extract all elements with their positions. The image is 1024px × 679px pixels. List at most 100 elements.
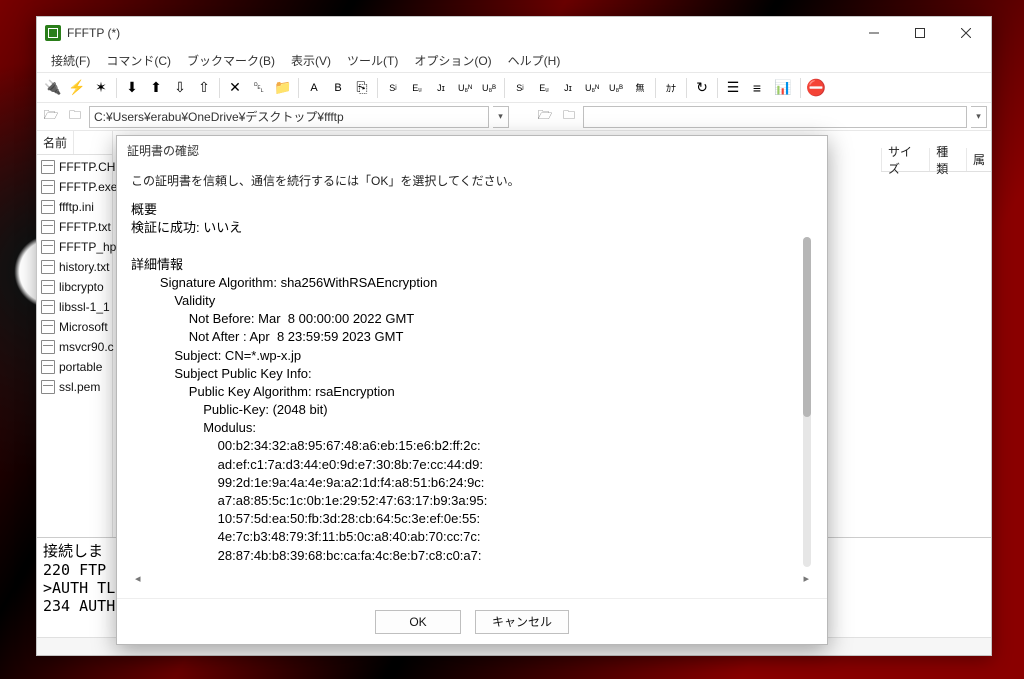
file-name: history.txt [59, 260, 109, 274]
file-name: ffftp.ini [59, 200, 94, 214]
delete-icon[interactable]: ✕ [223, 76, 247, 100]
file-icon [41, 240, 55, 254]
file-icon [41, 200, 55, 214]
kana-icon[interactable]: ｶﾅ [659, 76, 683, 100]
minimize-button[interactable] [851, 18, 897, 48]
local-header: 名前 [37, 131, 112, 155]
file-row[interactable]: msvcr90.c [37, 337, 112, 357]
file-name: portable [59, 360, 102, 374]
dialog-title: 証明書の確認 [117, 136, 827, 164]
file-icon [41, 180, 55, 194]
col-type[interactable]: 種類 [929, 148, 966, 171]
file-row[interactable]: libssl-1_1 [37, 297, 112, 317]
vertical-scrollbar[interactable] [803, 237, 811, 567]
file-row[interactable]: Microsoft [37, 317, 112, 337]
euc-host-icon[interactable]: Eᵤ [532, 76, 556, 100]
local-path-dropdown[interactable]: ▾ [493, 106, 509, 128]
jis-host-icon[interactable]: Jɪ [556, 76, 580, 100]
file-icon [41, 280, 55, 294]
scroll-right-icon[interactable]: ▸ [803, 572, 809, 585]
lightning-icon[interactable]: ⚡ [65, 76, 89, 100]
detail-view-icon[interactable]: ≡ [745, 76, 769, 100]
file-name: libcrypto [59, 280, 104, 294]
file-name: ssl.pem [59, 380, 100, 394]
mirror-download-icon[interactable]: ⇩ [168, 76, 192, 100]
certificate-dialog: 証明書の確認 この証明書を信頼し、通信を続行するには「OK」を選択してください。… [116, 135, 828, 645]
file-icon [41, 220, 55, 234]
calc-icon[interactable]: 📊 [769, 76, 797, 100]
binary-icon[interactable]: B [326, 76, 350, 100]
host-updir-icon[interactable]: 🗁 [535, 108, 555, 126]
file-icon [41, 320, 55, 334]
file-row[interactable]: portable [37, 357, 112, 377]
menu-view[interactable]: 表示(V) [283, 50, 339, 71]
utf8-local-icon[interactable]: U₈ᴺ [453, 76, 477, 100]
auto-icon[interactable]: ⎘ [350, 76, 374, 100]
disconnect-icon[interactable]: ✶ [89, 76, 113, 100]
newfolder-icon[interactable]: 📁 [271, 76, 295, 100]
plug-icon[interactable]: 🔌 [41, 76, 65, 100]
download-icon[interactable]: ⬇ [120, 76, 144, 100]
menu-option[interactable]: オプション(O) [406, 50, 499, 71]
ok-button[interactable]: OK [375, 610, 461, 634]
file-row[interactable]: libcrypto [37, 277, 112, 297]
menu-command[interactable]: コマンド(C) [98, 50, 179, 71]
menu-help[interactable]: ヘルプ(H) [500, 50, 569, 71]
file-name: FFFTP_hp [59, 240, 116, 254]
file-row[interactable]: ssl.pem [37, 377, 112, 397]
upload-icon[interactable]: ⬆ [144, 76, 168, 100]
file-name: Microsoft [59, 320, 108, 334]
col-name[interactable]: 名前 [37, 131, 74, 154]
dialog-buttons: OK キャンセル [117, 598, 827, 644]
menu-tool[interactable]: ツール(T) [339, 50, 406, 71]
maximize-button[interactable] [897, 18, 943, 48]
close-button[interactable] [943, 18, 989, 48]
scroll-left-icon[interactable]: ◂ [135, 572, 141, 585]
rename-icon[interactable]: ␡ [247, 76, 271, 100]
file-icon [41, 380, 55, 394]
local-path-input[interactable] [89, 106, 489, 128]
file-row[interactable]: ffftp.ini [37, 197, 112, 217]
cancel-button[interactable]: キャンセル [475, 610, 569, 634]
file-name: msvcr90.c [59, 340, 114, 354]
file-row[interactable]: FFFTP.txt [37, 217, 112, 237]
host-path-input[interactable] [583, 106, 967, 128]
menubar: 接続(F) コマンド(C) ブックマーク(B) 表示(V) ツール(T) オプシ… [37, 49, 991, 73]
menu-connect[interactable]: 接続(F) [43, 50, 98, 71]
file-row[interactable]: FFFTP.CHM [37, 157, 112, 177]
ascii-icon[interactable]: A [302, 76, 326, 100]
pathbar: 🗁 🗀 ▾ 🗁 🗀 ▾ [37, 103, 991, 131]
file-name: FFFTP.exe [59, 180, 117, 194]
utf8b-local-icon[interactable]: U₈ᴮ [477, 76, 501, 100]
col-size[interactable]: サイズ [881, 148, 929, 171]
host-open-icon[interactable]: 🗀 [559, 108, 579, 126]
jis-local-icon[interactable]: Jɪ [429, 76, 453, 100]
mirror-upload-icon[interactable]: ⇧ [192, 76, 216, 100]
sjis-host-icon[interactable]: Sʲ [508, 76, 532, 100]
list-view-icon[interactable]: ☰ [721, 76, 745, 100]
dialog-message: この証明書を信頼し、通信を続行するには「OK」を選択してください。 [131, 172, 813, 189]
certificate-text[interactable]: 概要 検証に成功: いいえ 詳細情報 Signature Algorithm: … [131, 201, 813, 571]
stop-icon[interactable]: ⛔ [804, 76, 828, 100]
col-attr[interactable]: 属 [966, 148, 991, 171]
menu-bookmark[interactable]: ブックマーク(B) [179, 50, 283, 71]
file-row[interactable]: FFFTP.exe [37, 177, 112, 197]
host-path-dropdown[interactable]: ▾ [971, 106, 987, 128]
toolbar: 🔌 ⚡ ✶ ⬇ ⬆ ⇩ ⇧ ✕ ␡ 📁 A B ⎘ Sʲ Eᵤ Jɪ U₈ᴺ U… [37, 73, 991, 103]
local-open-icon[interactable]: 🗀 [65, 108, 85, 126]
sjis-local-icon[interactable]: Sʲ [381, 76, 405, 100]
file-row[interactable]: history.txt [37, 257, 112, 277]
titlebar: FFFTP (*) [37, 17, 991, 49]
file-icon [41, 360, 55, 374]
horizontal-scrollbar[interactable]: ◂ ▸ [131, 571, 813, 585]
refresh-icon[interactable]: ↻ [690, 76, 714, 100]
local-updir-icon[interactable]: 🗁 [41, 108, 61, 126]
file-row[interactable]: FFFTP_hp [37, 237, 112, 257]
utf8b-host-icon[interactable]: U₈ᴮ [604, 76, 628, 100]
local-file-list: 名前 FFFTP.CHMFFFTP.exeffftp.iniFFFTP.txtF… [37, 131, 113, 537]
scroll-thumb[interactable] [803, 237, 811, 417]
file-icon [41, 260, 55, 274]
euc-local-icon[interactable]: Eᵤ [405, 76, 429, 100]
utf8-host-icon[interactable]: U₈ᴺ [580, 76, 604, 100]
none-host-icon[interactable]: 無 [628, 76, 652, 100]
